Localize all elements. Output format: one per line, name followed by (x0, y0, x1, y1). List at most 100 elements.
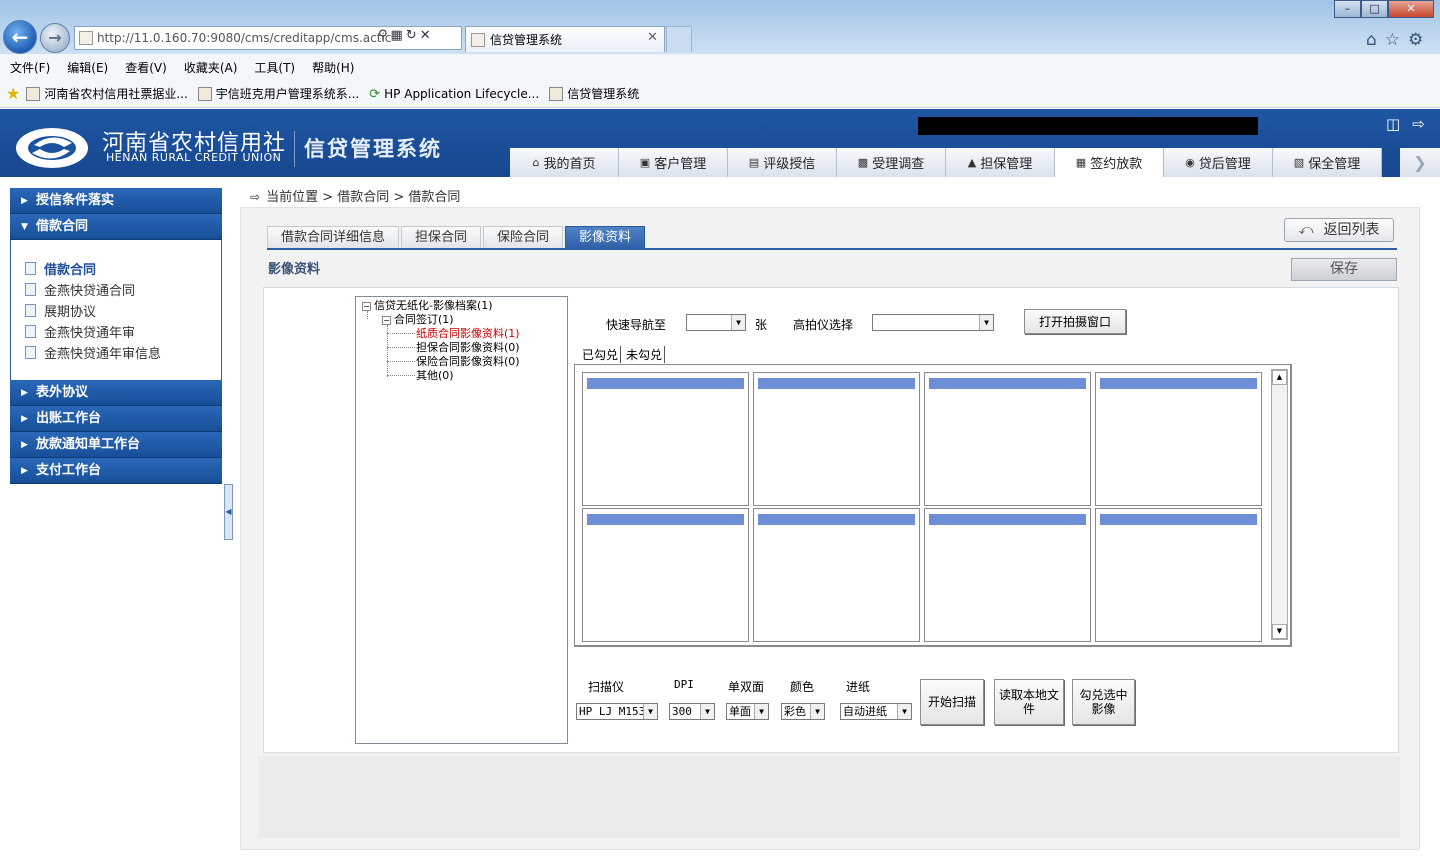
sidebar-group[interactable]: ▶ 表外协议 (10, 380, 222, 406)
sidebar-group[interactable]: ▶ 放款通知单工作台 (10, 432, 222, 458)
thumbnail-header (929, 378, 1086, 389)
tree-leaf-selected[interactable]: 纸质合同影像资料(1) (416, 327, 520, 340)
start-scan-button[interactable]: 开始扫描 (920, 679, 984, 725)
maximize-button[interactable]: □ (1361, 0, 1388, 18)
scanner-value: HP LJ M153 (579, 705, 646, 718)
quick-nav-select[interactable]: ▼ (686, 314, 746, 331)
menu-tools[interactable]: 工具(T) (254, 59, 295, 76)
forward-button[interactable]: → (40, 23, 70, 53)
tab-checked[interactable]: 已勾兑 (580, 346, 622, 363)
back-button[interactable]: ← (3, 20, 37, 54)
thumbnail-header (1100, 514, 1257, 525)
compat-icon[interactable]: ▦ (391, 28, 406, 43)
nav-label: 客户管理 (654, 157, 707, 172)
sidebar-item[interactable]: 金燕快贷通年审信息 (25, 342, 221, 363)
new-tab-button[interactable] (666, 26, 692, 52)
sidebar-collapse-handle[interactable]: ◀ (224, 484, 233, 540)
image-thumbnail[interactable] (753, 372, 920, 506)
sidebar-group-active[interactable]: ▼ 借款合同 (10, 214, 222, 240)
menu-view[interactable]: 查看(V) (125, 59, 167, 76)
open-camera-button[interactable]: 打开拍摄窗口 (1024, 309, 1126, 334)
logout-icon[interactable]: ⇨ (1412, 115, 1437, 133)
menu-help[interactable]: 帮助(H) (312, 59, 354, 76)
favorite-link[interactable]: ⟳ HP Application Lifecycle... (369, 87, 539, 102)
save-button[interactable]: 保存 (1291, 258, 1397, 281)
home-icon[interactable]: ⌂ (1366, 30, 1385, 50)
nav-tab-preserve[interactable]: ▧ 保全管理 (1273, 148, 1382, 177)
sidebar-group[interactable]: ▶ 出账工作台 (10, 406, 222, 432)
browser-tab[interactable]: 信贷管理系统 (465, 26, 665, 52)
read-local-file-button[interactable]: 读取本地文件 (994, 679, 1064, 725)
image-thumbnail[interactable] (753, 508, 920, 642)
favorites-star-icon[interactable]: ☆ (1385, 30, 1408, 50)
tree-leaf[interactable]: 其他(0) (416, 369, 454, 382)
image-thumbnail[interactable] (924, 372, 1091, 506)
image-grid: ▲ ▼ (574, 364, 1292, 647)
nav-tab-contract[interactable]: ▦ 签约放款 (1055, 148, 1164, 177)
image-thumbnail[interactable] (1095, 372, 1262, 506)
tree-root[interactable]: − 信贷无纸化-影像档案(1) (362, 299, 493, 312)
thumbnail-header (929, 514, 1086, 525)
scroll-down-icon[interactable]: ▼ (1272, 624, 1287, 639)
check-selected-images-button[interactable]: 勾兑选中影像 (1072, 679, 1135, 725)
tab-loan-contract-detail[interactable]: 借款合同详细信息 (267, 226, 400, 249)
monitor-icon[interactable]: ◫ (1386, 115, 1412, 133)
tab-guarantee-contract[interactable]: 担保合同 (401, 226, 482, 249)
close-window-button[interactable]: ✕ (1388, 0, 1434, 18)
nav-scroll-right-icon[interactable]: ❯ (1400, 148, 1440, 177)
sidebar-item[interactable]: 金燕快贷通合同 (25, 279, 221, 300)
image-thumbnail[interactable] (1095, 508, 1262, 642)
refresh-icon[interactable]: ↻ (406, 28, 420, 43)
tab-image-data[interactable]: 影像资料 (565, 226, 646, 249)
favorite-link[interactable]: 宇信班克用户管理系统系... (197, 85, 359, 102)
archive-tree[interactable]: − 信贷无纸化-影像档案(1) − 合同签订(1) 纸质合同影像资料(1) 担保合同… (355, 296, 568, 744)
camera-select[interactable]: ▼ (872, 314, 994, 331)
color-select[interactable]: 彩色 ▼ (781, 703, 825, 720)
grid-scrollbar[interactable]: ▲ ▼ (1271, 369, 1288, 640)
sidebar-item[interactable]: 金燕快贷通年审 (25, 321, 221, 342)
favorite-link[interactable]: 信贷管理系统 (549, 85, 639, 102)
sidebar-group[interactable]: ▶ 授信条件落实 (10, 188, 222, 214)
image-check-tabs: 已勾兑 未勾兑 (580, 346, 668, 363)
tree-leaf[interactable]: 担保合同影像资料(0) (416, 341, 520, 354)
favorites-star-icon[interactable]: ★ (6, 84, 20, 103)
scanner-select[interactable]: HP LJ M153 ▼ (576, 703, 658, 720)
favorite-link[interactable]: 河南省农村信用社票据业... (26, 85, 188, 102)
scroll-up-icon[interactable]: ▲ (1272, 370, 1287, 385)
tree-leaf[interactable]: 保险合同影像资料(0) (416, 355, 520, 368)
image-thumbnail[interactable] (582, 508, 749, 642)
menu-edit[interactable]: 编辑(E) (67, 59, 108, 76)
nav-label: 保全管理 (1308, 157, 1361, 172)
image-thumbnail[interactable] (924, 508, 1091, 642)
image-thumbnail[interactable] (582, 372, 749, 506)
nav-tab-home[interactable]: ⌂ 我的首页 (510, 148, 619, 177)
collapse-icon[interactable]: − (362, 301, 371, 311)
tab-insurance-contract[interactable]: 保险合同 (483, 226, 564, 249)
search-icon[interactable]: ⚲ (378, 28, 391, 43)
sidebar-item[interactable]: 借款合同 (25, 258, 221, 279)
stop-icon[interactable]: ✕ (420, 28, 434, 43)
nav-tab-postloan[interactable]: ◉ 贷后管理 (1164, 148, 1273, 177)
sidebar-item-label: 金燕快贷通年审信息 (44, 347, 162, 362)
menu-favorites[interactable]: 收藏夹(A) (184, 59, 238, 76)
favorite-label: 信贷管理系统 (567, 87, 640, 101)
back-to-list-button[interactable]: ⤺ 返回列表 (1284, 218, 1394, 242)
nav-tab-survey[interactable]: ▩ 受理调查 (837, 148, 946, 177)
menu-file[interactable]: 文件(F) (10, 59, 50, 76)
nav-tab-guarantee[interactable]: ▲ 担保管理 (946, 148, 1055, 177)
collapse-icon[interactable]: − (382, 315, 391, 325)
settings-gear-icon[interactable]: ⚙ (1408, 30, 1431, 50)
sidebar-item-label: 借款合同 (44, 263, 97, 278)
sidebar-item[interactable]: 展期协议 (25, 300, 221, 321)
nav-tab-customer[interactable]: ▣ 客户管理 (619, 148, 728, 177)
minimize-button[interactable]: – (1334, 0, 1361, 18)
duplex-select[interactable]: 单面 ▼ (726, 703, 769, 720)
feed-select[interactable]: 自动进纸 ▼ (840, 703, 912, 720)
tab-unchecked[interactable]: 未勾兑 (624, 346, 666, 363)
nav-tab-rating[interactable]: ▤ 评级授信 (728, 148, 837, 177)
tree-node[interactable]: − 合同签订(1) (382, 313, 454, 326)
dpi-select[interactable]: 300 ▼ (669, 703, 715, 720)
address-controls[interactable]: ⚲▦↻✕ (378, 28, 434, 43)
tab-close-icon[interactable]: ✕ (647, 30, 658, 45)
sidebar-group[interactable]: ▶ 支付工作台 (10, 458, 222, 484)
